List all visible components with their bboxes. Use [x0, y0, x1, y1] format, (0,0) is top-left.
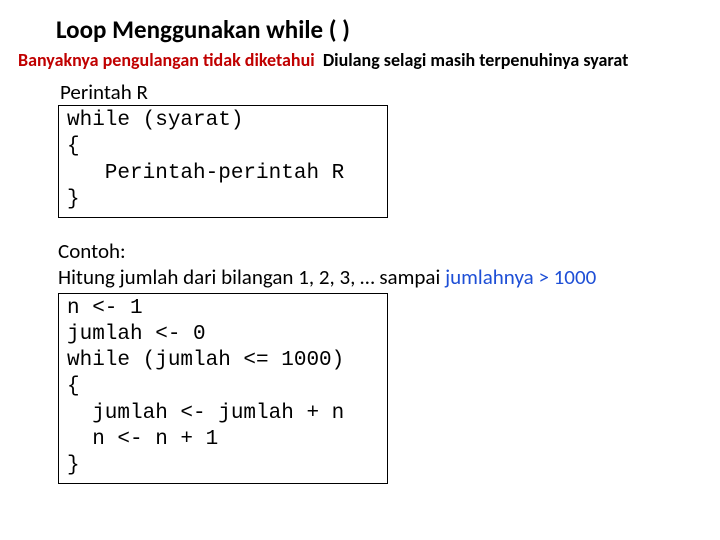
subtitle-lead: Banyaknya pengulangan tidak diketahui: [18, 49, 315, 71]
example-text: Contoh: Hitung jumlah dari bilangan 1, 2…: [58, 238, 702, 291]
code-box-syntax: while (syarat) { Perintah-perintah R }: [58, 105, 388, 218]
subtitle: Banyaknya pengulangan tidak diketahui Di…: [18, 49, 702, 71]
slide-title: Loop Menggunakan while ( ): [56, 14, 702, 45]
code-label-1: Perintah R: [60, 79, 702, 105]
example-desc-b: jumlahnya > 1000: [445, 264, 596, 290]
subtitle-trail: Diulang selagi masih terpenuhinya syarat: [323, 49, 629, 71]
example-desc-a: Hitung jumlah dari bilangan 1, 2, 3, … s…: [58, 264, 445, 290]
example-label: Contoh:: [58, 238, 126, 264]
code-box-example: n <- 1 jumlah <- 0 while (jumlah <= 1000…: [58, 293, 388, 485]
